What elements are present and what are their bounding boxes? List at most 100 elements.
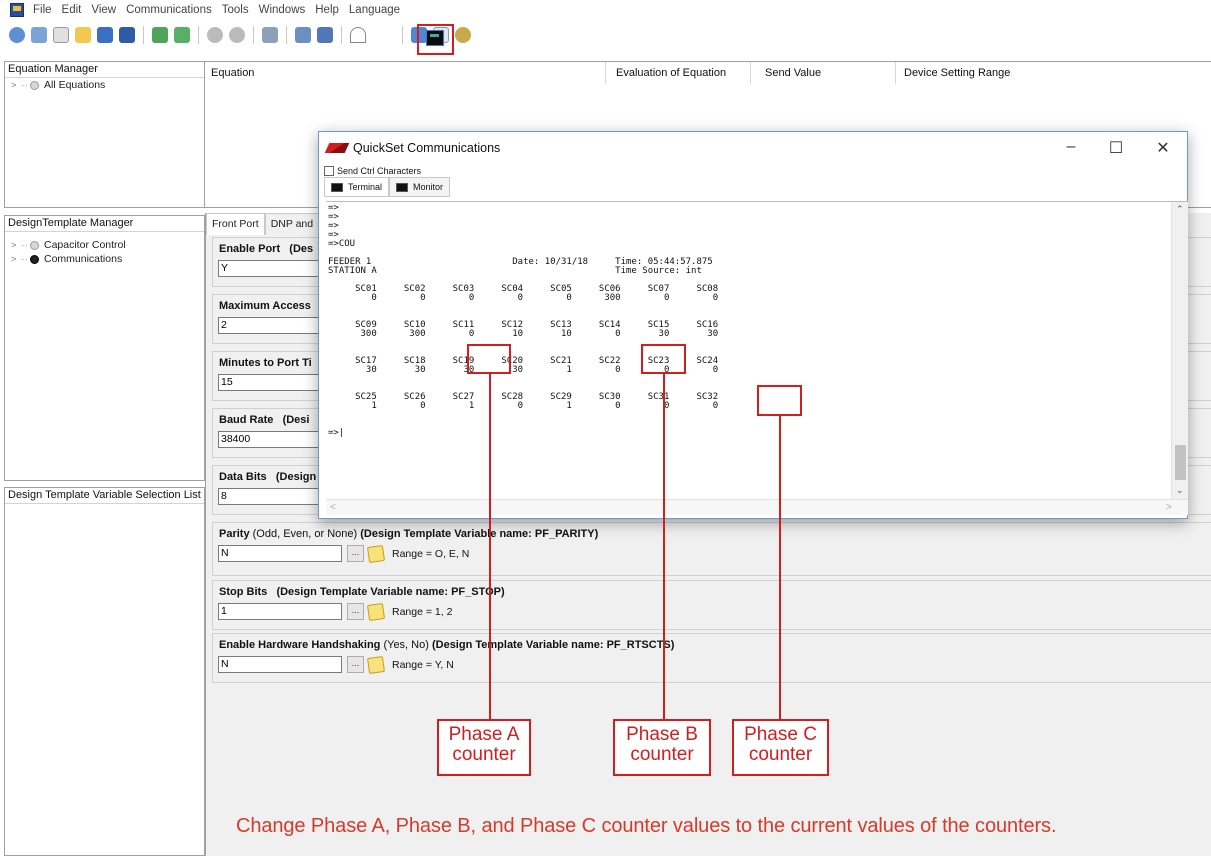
expand-arrow-icon[interactable]: > [11, 238, 21, 252]
vertical-scrollbar[interactable]: ⌃ ⌄ [1171, 202, 1188, 500]
save-icon[interactable] [97, 27, 113, 43]
connector-phase-a [489, 374, 491, 719]
horizontal-scrollbar[interactable]: < > [326, 499, 1188, 515]
scroll-left-icon[interactable]: < [330, 502, 336, 513]
open-folder-icon[interactable] [75, 27, 91, 43]
connect-icon[interactable] [295, 27, 311, 43]
setting-name: Maximum Access [219, 300, 311, 312]
browse-button[interactable]: ... [347, 656, 364, 673]
setting-suffix: (Desi [282, 414, 310, 426]
toolbar-separator [402, 26, 403, 44]
tree-item-capacitor-control[interactable]: > ·· Capacitor Control [5, 238, 204, 252]
highlight-sc24 [757, 385, 802, 416]
new-document-icon[interactable] [53, 27, 69, 43]
filled-circle-icon [30, 254, 39, 264]
tab-terminal[interactable]: Terminal [324, 177, 390, 197]
menu-file[interactable]: File [28, 4, 57, 16]
column-evaluation[interactable]: Evaluation of Equation [616, 67, 726, 79]
column-send-value[interactable]: Send Value [765, 67, 821, 79]
column-device-setting-range[interactable]: Device Setting Range [904, 67, 1010, 79]
sel-logo-icon [324, 143, 350, 153]
options-icon[interactable] [455, 27, 471, 43]
toolbar-separator [143, 26, 144, 44]
menu-view[interactable]: View [86, 4, 121, 16]
home-icon[interactable] [9, 27, 25, 43]
browse-button[interactable]: ... [347, 603, 364, 620]
callout-phase-a: Phase A counter [437, 719, 531, 776]
settings-tabs: Front Port DNP and [206, 213, 320, 235]
tree-item-label: All Equations [44, 79, 106, 91]
stop-bits-input[interactable]: 1 [218, 603, 342, 620]
equation-manager-panel: Equation Manager > ·· All Equations [4, 61, 205, 208]
gauge-icon[interactable] [350, 27, 366, 43]
toolbar-separator [253, 26, 254, 44]
setting-hint: (Yes, No) [383, 639, 429, 651]
setting-name: Baud Rate [219, 414, 274, 426]
design-template-manager-panel: DesignTemplate Manager > ·· Capacitor Cont… [4, 215, 205, 481]
menu-tools[interactable]: Tools [217, 4, 254, 16]
quickset-titlebar[interactable]: QuickSet Communications – ☐ ✕ [319, 132, 1187, 164]
quickset-window: QuickSet Communications – ☐ ✕ Send Ctrl … [318, 131, 1188, 519]
setting-name: Data Bits [219, 471, 267, 483]
save-as-icon[interactable] [119, 27, 135, 43]
equation-manager-title: Equation Manager [5, 62, 204, 78]
import-icon[interactable] [152, 27, 168, 43]
tree-connector: ·· [21, 239, 28, 251]
terminal-icon [331, 182, 343, 192]
terminal-icon[interactable] [426, 30, 444, 46]
setting-name: Enable Port [219, 243, 281, 255]
expand-arrow-icon[interactable]: > [11, 78, 21, 92]
read-icon[interactable] [207, 27, 223, 43]
send-ctrl-checkbox[interactable] [324, 166, 334, 176]
send-ctrl-label: Send Ctrl Characters [337, 166, 422, 176]
maximize-icon[interactable]: ☐ [1101, 138, 1131, 158]
note-icon[interactable] [366, 544, 386, 563]
monitor-icon [396, 182, 409, 192]
tab-dnp[interactable]: DNP and [264, 213, 320, 235]
minimize-icon[interactable]: – [1056, 138, 1086, 156]
send-ctrl-option[interactable]: Send Ctrl Characters [324, 166, 421, 176]
setting-row: N ... Range = Y, N [213, 655, 1211, 674]
note-icon[interactable] [366, 655, 386, 674]
tree-item-all-equations[interactable]: > ·· All Equations [5, 78, 204, 92]
scroll-thumb[interactable] [1175, 445, 1186, 480]
terminal-output: => => => => =>COU FEEDER 1 Date: 10/31/1… [328, 203, 719, 438]
handshaking-input[interactable]: N [218, 656, 342, 673]
scroll-down-icon[interactable]: ⌄ [1176, 485, 1184, 496]
connector-phase-b [663, 374, 665, 719]
setting-suffix: (Des [289, 243, 314, 255]
parity-input[interactable]: N [218, 545, 342, 562]
settings-gear-icon[interactable] [31, 27, 47, 43]
setting-parity: Parity (Odd, Even, or None) (Design Temp… [212, 522, 1211, 576]
instruction-text: Change Phase A, Phase B, and Phase C cou… [236, 815, 1057, 837]
design-template-manager-title: DesignTemplate Manager [5, 216, 204, 232]
column-equation[interactable]: Equation [211, 67, 254, 79]
menu-help[interactable]: Help [310, 4, 344, 16]
menu-edit[interactable]: Edit [57, 4, 87, 16]
device-icon[interactable] [317, 27, 333, 43]
scroll-right-icon[interactable]: > [1166, 502, 1172, 513]
setting-hardware-handshaking: Enable Hardware Handshaking (Yes, No) (D… [212, 633, 1211, 683]
tab-front-port[interactable]: Front Port [206, 213, 265, 235]
tree-item-communications[interactable]: > ·· Communications [5, 252, 204, 266]
setting-row: N ... Range = O, E, N [213, 544, 1211, 563]
circle-icon [30, 240, 39, 250]
quickset-title: QuickSet Communications [353, 141, 501, 155]
export-icon[interactable] [174, 27, 190, 43]
browse-button[interactable]: ... [347, 545, 364, 562]
menu-communications[interactable]: Communications [121, 4, 217, 16]
scroll-up-icon[interactable]: ⌃ [1176, 204, 1184, 215]
tree-connector: ·· [21, 79, 28, 91]
expand-arrow-icon[interactable]: > [11, 252, 21, 266]
tools-icon[interactable] [262, 27, 278, 43]
terminal-pane[interactable]: => => => => =>COU FEEDER 1 Date: 10/31/1… [326, 201, 1188, 515]
setting-name: Parity [219, 528, 250, 540]
menu-windows[interactable]: Windows [254, 4, 311, 16]
send-icon[interactable] [229, 27, 245, 43]
note-icon[interactable] [366, 602, 386, 621]
setting-row: 1 ... Range = 1, 2 [213, 602, 1211, 621]
variable-selection-panel: Design Template Variable Selection List [4, 487, 205, 856]
close-icon[interactable]: ✕ [1148, 138, 1178, 158]
tab-monitor[interactable]: Monitor [389, 177, 451, 197]
menu-language[interactable]: Language [344, 4, 405, 16]
